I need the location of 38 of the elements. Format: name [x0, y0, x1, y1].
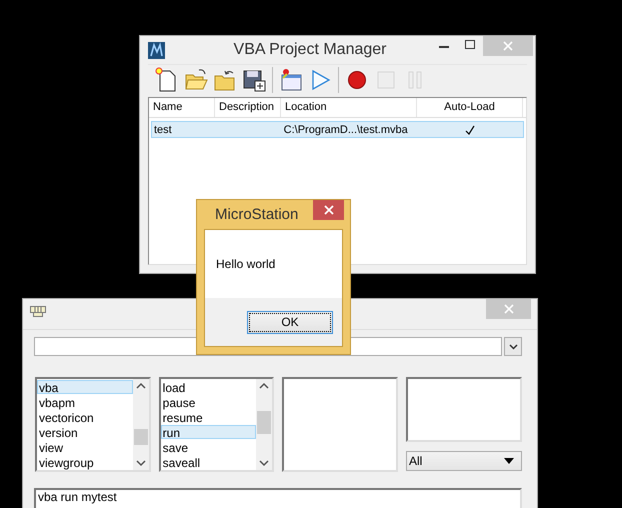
table-cell-text: test [153, 124, 173, 136]
caret-icon [504, 458, 514, 464]
list-item[interactable]: save [160, 440, 256, 454]
scrollbar[interactable] [256, 379, 272, 470]
message-text: Hello world [216, 257, 276, 271]
scroll-thumb[interactable] [257, 411, 272, 434]
keyboard-icon [30, 306, 46, 318]
list-item[interactable]: pause [160, 395, 256, 409]
list-item[interactable]: viewgroup [37, 455, 133, 469]
project-row[interactable]: test C:\ProgramD...\test.mvba [151, 121, 524, 138]
column-header[interactable]: Name [149, 98, 215, 117]
scroll-thumb[interactable] [134, 429, 148, 445]
list-item[interactable]: vba [37, 380, 133, 394]
list-item[interactable]: run [160, 425, 256, 439]
column-header[interactable]: Auto-Load [417, 98, 523, 117]
scrollbar[interactable] [132, 379, 149, 470]
table-cell-text: C:\ProgramD...\test.mvba [282, 124, 409, 136]
ok-button[interactable]: OK [247, 310, 333, 334]
list-item[interactable]: saveall [160, 455, 256, 469]
list-item[interactable]: load [160, 380, 256, 394]
column-header[interactable]: Description [215, 98, 281, 117]
list-item[interactable]: vbapm [37, 395, 133, 409]
filter-select[interactable]: All [406, 451, 522, 471]
history-line[interactable]: vba run mytest [36, 490, 520, 504]
dialog-title: MicroStation [215, 206, 298, 223]
close-icon [503, 41, 513, 51]
window-title: VBA Project Manager [232, 41, 388, 59]
close-icon [324, 205, 334, 215]
list-item[interactable]: view [37, 440, 133, 454]
list-item[interactable]: version [37, 425, 133, 439]
app-icon [148, 42, 165, 58]
dropdown-button[interactable] [504, 337, 522, 356]
caret-icon [508, 344, 518, 350]
list-item[interactable]: vectoricon [37, 410, 133, 424]
list-item[interactable]: resume [160, 410, 256, 424]
column-header[interactable]: Location [281, 98, 417, 117]
close-icon [504, 304, 514, 314]
close-button[interactable] [313, 200, 344, 220]
